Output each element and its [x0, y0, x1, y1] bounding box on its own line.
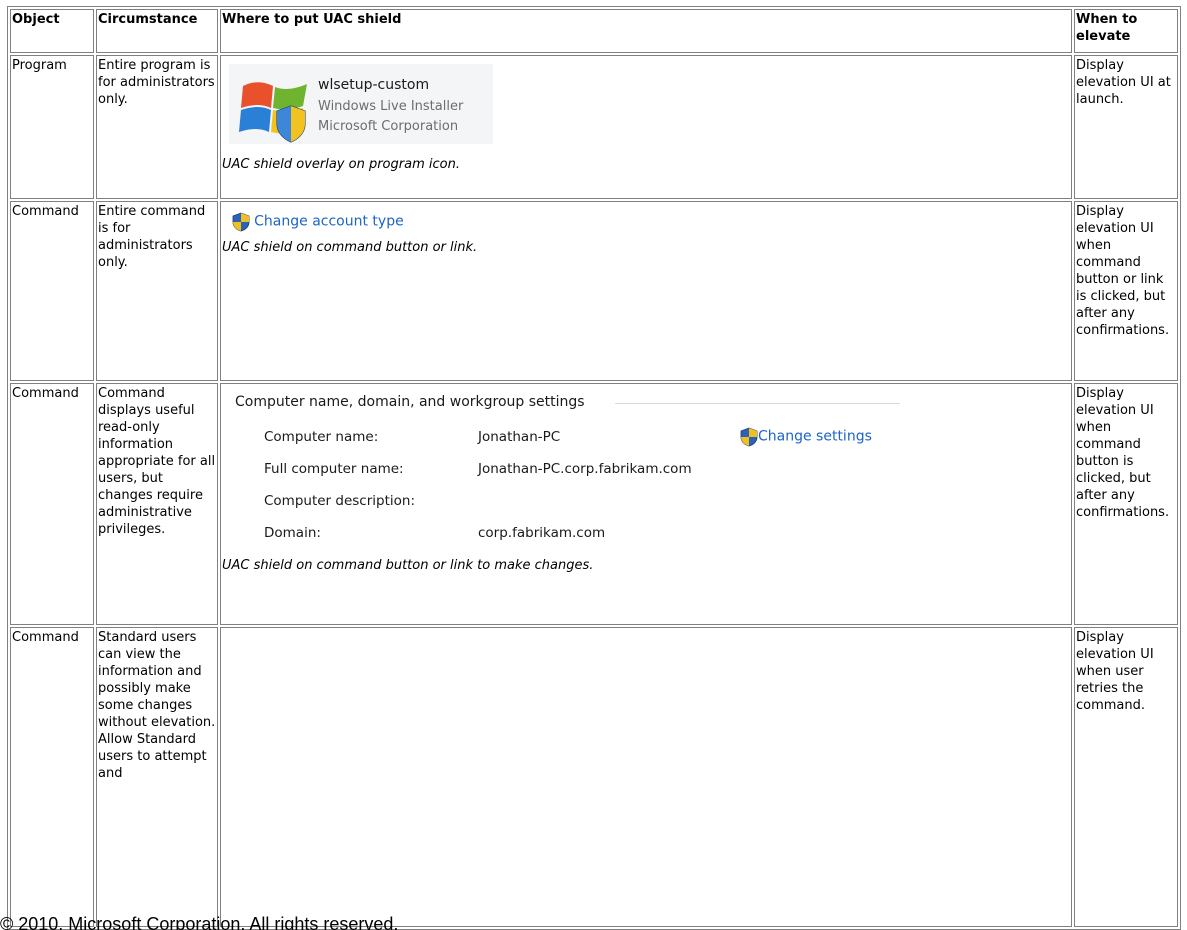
- field-label: Computer description:: [264, 493, 416, 509]
- group-title: Computer name, domain, and workgroup set…: [235, 394, 585, 410]
- uac-shield-icon: [740, 427, 758, 447]
- cell-when: Display elevation UI when user retries t…: [1074, 627, 1178, 927]
- group-divider: [615, 403, 900, 404]
- program-name: wlsetup-custom: [318, 77, 430, 93]
- field-label: Full computer name:: [264, 461, 404, 477]
- program-tile: wlsetup-custom Windows Live Installer Mi…: [229, 64, 493, 144]
- cell-when: Display elevation UI when command button…: [1074, 383, 1178, 625]
- header-when: When to elevate: [1074, 9, 1178, 53]
- cell-where: [220, 627, 1072, 927]
- table-row: Command Standard users can view the info…: [10, 627, 1178, 927]
- header-where: Where to put UAC shield: [220, 9, 1072, 53]
- field-value: corp.fabrikam.com: [478, 525, 606, 541]
- cell-circumstance: Standard users can view the information …: [96, 627, 218, 927]
- header-object: Object: [10, 9, 94, 53]
- cell-object: Command: [10, 201, 94, 381]
- cell-circumstance: Command displays useful read-only inform…: [96, 383, 218, 625]
- cell-when: Display elevation UI when command button…: [1074, 201, 1178, 381]
- caption: UAC shield on command button or link.: [222, 240, 478, 255]
- clipped-heading-strip: [0, 0, 1187, 5]
- table-row: Program Entire program is for administra…: [10, 55, 1178, 199]
- cell-circumstance: Entire program is for administrators onl…: [96, 55, 218, 199]
- program-company: Microsoft Corporation: [318, 119, 459, 134]
- table-row: Command Entire command is for administra…: [10, 201, 1178, 381]
- cell-when: Display elevation UI at launch.: [1074, 55, 1178, 199]
- cell-circumstance: Entire command is for administrators onl…: [96, 201, 218, 381]
- cell-object: Program: [10, 55, 94, 199]
- copyright-footer: © 2010, Microsoft Corporation. All right…: [0, 915, 399, 930]
- caption: UAC shield on command button or link to …: [222, 558, 594, 573]
- change-settings-link-group: Change settings: [740, 427, 872, 447]
- settings-group: Computer name, domain, and workgroup set…: [222, 385, 922, 557]
- cell-object: Command: [10, 383, 94, 625]
- field-value: Jonathan-PC: [478, 429, 561, 445]
- link-sample: Change account type: [232, 212, 1070, 234]
- cell-object: Command: [10, 627, 94, 927]
- program-description: Windows Live Installer: [318, 99, 464, 114]
- cell-where: Computer name, domain, and workgroup set…: [220, 383, 1072, 625]
- field-label: Computer name:: [264, 429, 379, 445]
- change-account-type-link[interactable]: Change account type: [254, 214, 404, 230]
- table-header-row: Object Circumstance Where to put UAC shi…: [10, 9, 1178, 53]
- field-label: Domain:: [264, 525, 321, 541]
- cell-where: Change account type UAC shield on comman…: [220, 201, 1072, 381]
- uac-guidelines-table: Object Circumstance Where to put UAC shi…: [7, 6, 1181, 930]
- field-value: Jonathan-PC.corp.fabrikam.com: [478, 461, 692, 477]
- uac-shield-icon: [232, 212, 250, 232]
- windows-flag-icon: [239, 82, 307, 143]
- cell-where: wlsetup-custom Windows Live Installer Mi…: [220, 55, 1072, 199]
- change-settings-link[interactable]: Change settings: [758, 429, 872, 445]
- table-row: Command Command displays useful read-onl…: [10, 383, 1178, 625]
- caption: UAC shield overlay on program icon.: [222, 157, 460, 172]
- header-circumstance: Circumstance: [96, 9, 218, 53]
